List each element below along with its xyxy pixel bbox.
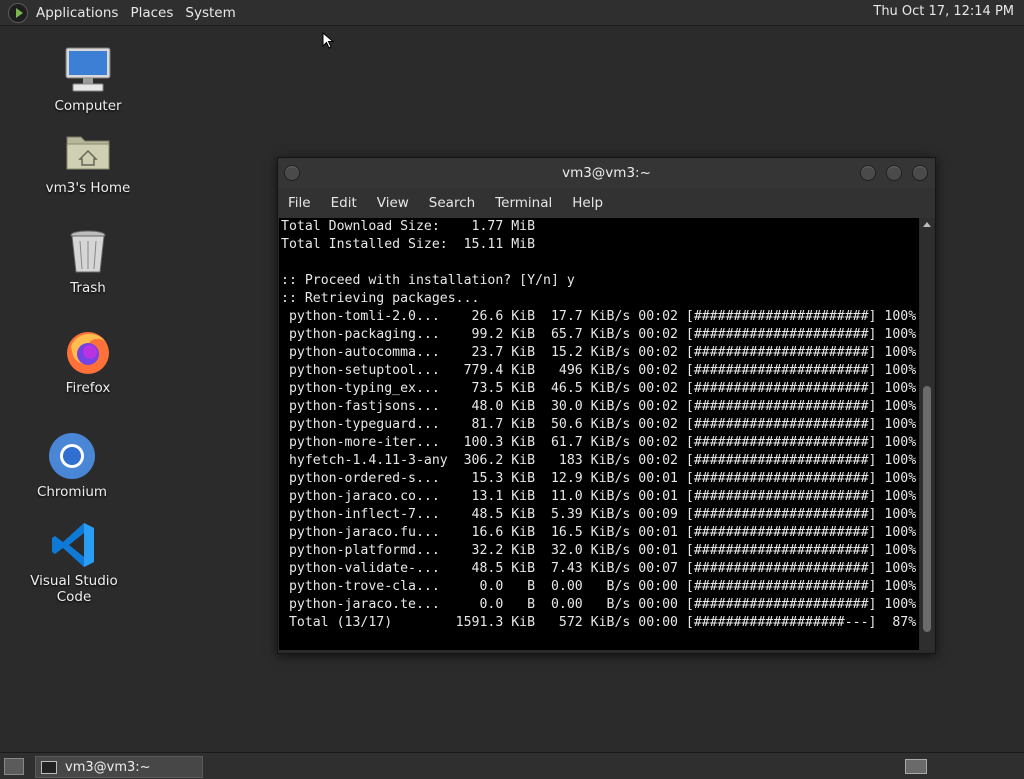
top-panel: Applications Places System Thu Oct 17, 1… [0, 0, 1024, 26]
terminal-line: python-typing_ex... 73.5 KiB 46.5 KiB/s … [281, 381, 917, 396]
desktop-icon-label: Computer [54, 98, 122, 114]
window-title: vm3@vm3:~ [562, 165, 651, 181]
terminal-line: python-jaraco.te... 0.0 B 0.00 B/s 00:00… [281, 597, 917, 612]
desktop-icon-label: Trash [70, 280, 106, 296]
terminal-line: python-jaraco.co... 13.1 KiB 11.0 KiB/s … [281, 489, 917, 504]
scroll-up-arrow-icon[interactable] [923, 222, 931, 227]
mouse-cursor-icon [322, 32, 334, 49]
terminal-line: Total Download Size: 1.77 MiB [281, 219, 536, 234]
terminal-output[interactable]: Total Download Size: 1.77 MiB Total Insta… [279, 218, 919, 650]
terminal-line: python-fastjsons... 48.0 KiB 30.0 KiB/s … [281, 399, 917, 414]
scrollbar-thumb[interactable] [923, 386, 931, 632]
terminal-scrollbar[interactable] [920, 218, 934, 650]
menu-view[interactable]: View [367, 195, 419, 211]
desktop-icon-home[interactable]: vm3's Home [33, 127, 143, 196]
terminal-icon [41, 760, 57, 774]
terminal-line: python-autocomma... 23.7 KiB 15.2 KiB/s … [281, 345, 917, 360]
bottom-panel: vm3@vm3:~ [0, 752, 1024, 779]
vscode-icon [49, 520, 99, 570]
terminal-line: :: Retrieving packages... [281, 291, 480, 306]
desktop-icon-label: Firefox [65, 380, 111, 396]
window-titlebar[interactable]: vm3@vm3:~ [278, 158, 935, 188]
desktop-icon-chromium[interactable]: Chromium [17, 431, 127, 500]
terminal-line: python-ordered-s... 15.3 KiB 12.9 KiB/s … [281, 471, 917, 486]
show-desktop-icon[interactable] [4, 758, 24, 775]
desktop-icon-firefox[interactable]: Firefox [33, 327, 143, 396]
menu-file[interactable]: File [278, 195, 321, 211]
terminal-line: python-setuptool... 779.4 KiB 496 KiB/s … [281, 363, 917, 378]
close-button[interactable] [912, 165, 928, 181]
desktop-icon-vscode[interactable]: Visual Studio Code [19, 520, 129, 605]
menu-places[interactable]: Places [124, 5, 179, 21]
clock[interactable]: Thu Oct 17, 12:14 PM [873, 4, 1014, 19]
desktop-icon-label: vm3's Home [45, 180, 131, 196]
menu-terminal[interactable]: Terminal [485, 195, 562, 211]
taskbar-item-label: vm3@vm3:~ [65, 759, 151, 775]
computer-icon [63, 45, 113, 95]
menu-system[interactable]: System [179, 5, 241, 21]
terminal-line: python-platformd... 32.2 KiB 32.0 KiB/s … [281, 543, 917, 558]
menu-edit[interactable]: Edit [321, 195, 367, 211]
maximize-button[interactable] [886, 165, 902, 181]
distro-logo-icon[interactable] [8, 2, 28, 23]
taskbar-item-terminal[interactable]: vm3@vm3:~ [35, 756, 203, 778]
home-folder-icon [63, 127, 113, 177]
menu-help[interactable]: Help [562, 195, 613, 211]
firefox-icon [63, 327, 113, 377]
window-menu-icon[interactable] [284, 165, 300, 181]
desktop-icon-trash[interactable]: Trash [33, 227, 143, 296]
minimize-button[interactable] [860, 165, 876, 181]
terminal-line: python-tomli-2.0... 26.6 KiB 17.7 KiB/s … [281, 309, 917, 324]
terminal-line: python-jaraco.fu... 16.6 KiB 16.5 KiB/s … [281, 525, 917, 540]
menu-search[interactable]: Search [419, 195, 485, 211]
terminal-line: :: Proceed with installation? [Y/n] y [281, 273, 575, 288]
terminal-line: python-inflect-7... 48.5 KiB 5.39 KiB/s … [281, 507, 917, 522]
terminal-line: Total (13/17) 1591.3 KiB 572 KiB/s 00:00… [281, 615, 917, 630]
terminal-line: python-typeguard... 81.7 KiB 50.6 KiB/s … [281, 417, 917, 432]
desktop-icon-label: Visual Studio Code [30, 573, 118, 605]
terminal-menubar: File Edit View Search Terminal Help [278, 188, 935, 218]
desktop-icon-computer[interactable]: Computer [33, 45, 143, 114]
terminal-window[interactable]: vm3@vm3:~ File Edit View Search Terminal… [277, 157, 936, 654]
terminal-line: python-packaging... 99.2 KiB 65.7 KiB/s … [281, 327, 917, 342]
terminal-line: python-more-iter... 100.3 KiB 61.7 KiB/s… [281, 435, 917, 450]
desktop-icon-label: Chromium [36, 484, 108, 500]
trash-icon [63, 227, 113, 277]
terminal-line: python-validate-... 48.5 KiB 7.43 KiB/s … [281, 561, 917, 576]
terminal-line: hyfetch-1.4.11-3-any 306.2 KiB 183 KiB/s… [281, 453, 917, 468]
menu-applications[interactable]: Applications [30, 5, 124, 21]
workspace-switcher[interactable] [905, 759, 927, 774]
terminal-text: Total Download Size: 1.77 MiB Total Insta… [279, 218, 919, 632]
chromium-icon [47, 431, 97, 481]
terminal-line: python-trove-cla... 0.0 B 0.00 B/s 00:00… [281, 579, 917, 594]
terminal-line: Total Installed Size: 15.11 MiB [281, 237, 536, 252]
